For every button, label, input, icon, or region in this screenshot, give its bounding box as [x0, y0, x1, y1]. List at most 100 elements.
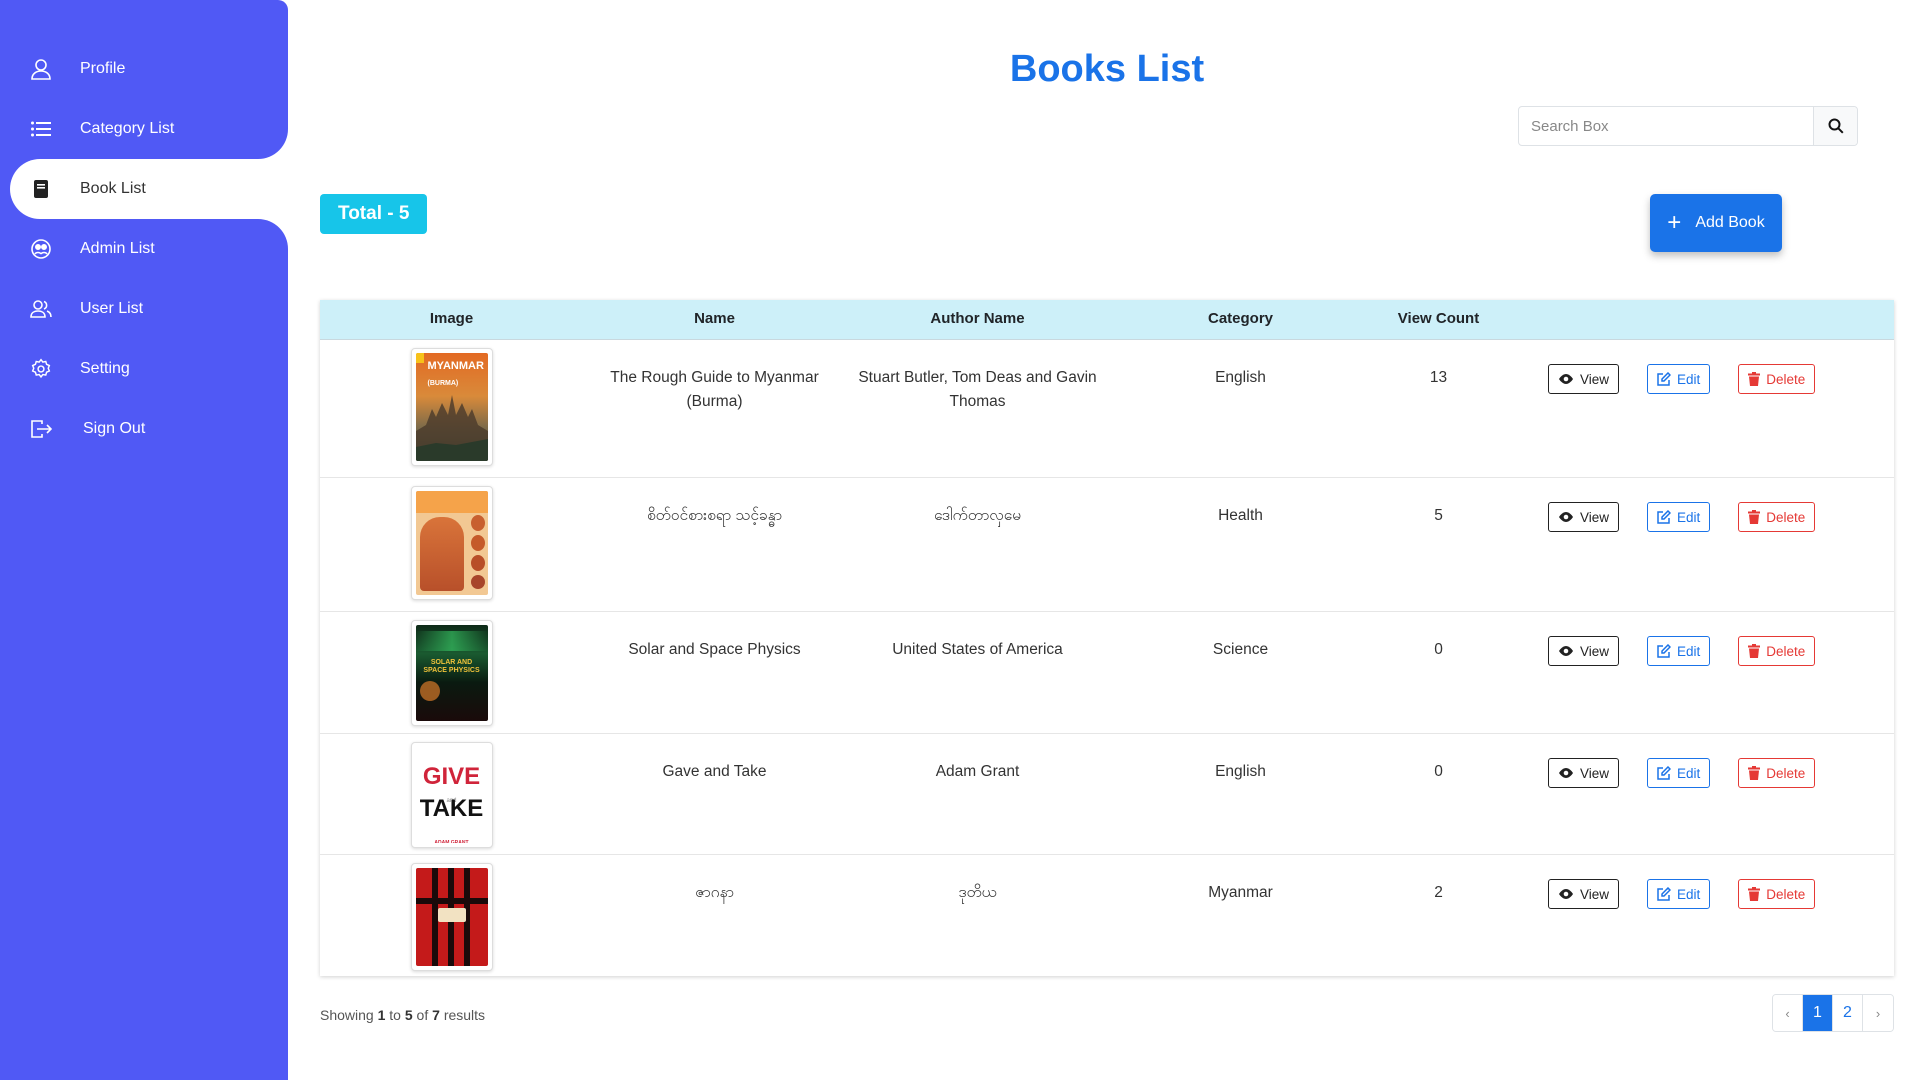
sidebar-nav: Profile Category List Book List Admin Li…: [10, 39, 288, 459]
list-icon: [28, 116, 54, 142]
table-row: SOLAR AND SPACE PHYSICS Solar and Space …: [320, 612, 1894, 734]
column-header-author[interactable]: Author Name: [846, 310, 1109, 327]
delete-button[interactable]: Delete: [1738, 502, 1816, 532]
book-category: Myanmar: [1208, 884, 1273, 901]
book-view-count: 0: [1434, 763, 1443, 780]
eye-icon: [1558, 511, 1574, 523]
pagination-page-1[interactable]: 1: [1803, 995, 1833, 1031]
book-view-count: 13: [1429, 369, 1448, 386]
sidebar-item-label: Category List: [80, 120, 175, 137]
pagination-page-2[interactable]: 2: [1833, 995, 1863, 1031]
delete-button[interactable]: Delete: [1738, 758, 1816, 788]
column-header-view-count[interactable]: View Count: [1372, 310, 1505, 327]
pagination: ‹ 1 2 ›: [1772, 994, 1894, 1032]
book-author: United States of America: [892, 641, 1063, 658]
book-cover[interactable]: MYANMAR (BURMA): [320, 348, 583, 466]
book-author: Adam Grant: [935, 763, 1020, 780]
edit-button[interactable]: Edit: [1647, 879, 1711, 909]
book-cover[interactable]: [320, 486, 583, 600]
view-button[interactable]: View: [1548, 879, 1620, 909]
add-book-label: Add Book: [1695, 214, 1765, 231]
row-actions: View Edit Delete: [1548, 758, 1816, 788]
column-header-category[interactable]: Category: [1109, 310, 1372, 327]
pagination-prev[interactable]: ‹: [1773, 995, 1803, 1031]
table-row: GIVE and TAKE ADAM GRANT Gave and Take A…: [320, 734, 1894, 855]
search-button[interactable]: [1813, 107, 1857, 145]
sidebar-item-label: Admin List: [80, 240, 155, 257]
edit-button[interactable]: Edit: [1647, 758, 1711, 788]
cover-image-give-take: GIVE and TAKE ADAM GRANT: [415, 747, 488, 843]
sidebar-item-user-list[interactable]: User List: [10, 279, 288, 339]
search-input[interactable]: [1519, 107, 1813, 145]
book-category: Health: [1218, 507, 1263, 524]
book-icon: [28, 176, 54, 202]
sidebar-item-label: Book List: [80, 180, 146, 197]
eye-icon: [1558, 373, 1574, 385]
row-actions: View Edit Delete: [1548, 636, 1816, 666]
edit-icon: [1657, 766, 1672, 780]
table-row: MYANMAR (BURMA) The Rough Guide to Myanm…: [320, 340, 1894, 478]
edit-button[interactable]: Edit: [1647, 502, 1711, 532]
view-button[interactable]: View: [1548, 758, 1620, 788]
book-name: Gave and Take: [662, 763, 767, 780]
edit-button[interactable]: Edit: [1647, 364, 1711, 394]
delete-button[interactable]: Delete: [1738, 879, 1816, 909]
sidebar-item-sign-out[interactable]: Sign Out: [10, 399, 288, 459]
book-cover[interactable]: [320, 863, 583, 971]
eye-icon: [1558, 767, 1574, 779]
user-icon: [28, 56, 54, 82]
book-view-count: 0: [1434, 641, 1443, 658]
book-cover[interactable]: SOLAR AND SPACE PHYSICS: [320, 620, 583, 726]
view-button[interactable]: View: [1548, 636, 1620, 666]
trash-icon: [1748, 887, 1761, 901]
search-box: [1518, 106, 1858, 146]
sidebar: Profile Category List Book List Admin Li…: [0, 0, 288, 1080]
books-table: Image Name Author Name Category View Cou…: [320, 300, 1894, 976]
table-row: ဇာဂနာ ဒုတိယ Myanmar 2 View Edit Delete: [320, 855, 1894, 975]
edit-icon: [1657, 887, 1672, 901]
total-badge: Total - 5: [320, 194, 428, 234]
sidebar-item-label: User List: [80, 300, 144, 317]
sidebar-item-book-list[interactable]: Book List: [10, 159, 288, 219]
book-category: Science: [1212, 641, 1269, 658]
column-header-name[interactable]: Name: [583, 310, 846, 327]
trash-icon: [1748, 372, 1761, 386]
book-name: The Rough Guide to Myanmar (Burma): [610, 369, 819, 410]
users-icon: [28, 296, 54, 322]
main-content: Books List Total - 5 + Add Book Image Na…: [320, 0, 1894, 1080]
book-author: ဒေါက်တာလှမေ: [933, 507, 1021, 524]
sidebar-item-profile[interactable]: Profile: [10, 39, 288, 99]
sidebar-item-admin-list[interactable]: Admin List: [10, 219, 288, 279]
sidebar-item-category-list[interactable]: Category List: [10, 99, 288, 159]
edit-icon: [1657, 644, 1672, 658]
row-actions: View Edit Delete: [1548, 364, 1816, 394]
view-button[interactable]: View: [1548, 364, 1620, 394]
cover-image-zarganar: [415, 868, 488, 966]
cover-image-myanmar: MYANMAR (BURMA): [415, 353, 488, 461]
delete-button[interactable]: Delete: [1738, 636, 1816, 666]
view-button[interactable]: View: [1548, 502, 1620, 532]
plus-icon: +: [1667, 209, 1682, 236]
sidebar-item-label: Setting: [80, 360, 130, 377]
table-row: စိတ်ဝင်စားစရာ သင့်ခန္ဓာ ဒေါက်တာလှမေ Heal…: [320, 478, 1894, 612]
search-icon: [1828, 118, 1844, 134]
sidebar-item-setting[interactable]: Setting: [10, 339, 288, 399]
pagination-next[interactable]: ›: [1863, 995, 1893, 1031]
delete-button[interactable]: Delete: [1738, 364, 1816, 394]
row-actions: View Edit Delete: [1548, 502, 1816, 532]
book-author: Stuart Butler, Tom Deas and Gavin Thomas: [858, 369, 1097, 410]
add-book-button[interactable]: + Add Book: [1650, 194, 1782, 252]
book-name: စိတ်ဝင်စားစရာ သင့်ခန္ဓာ: [646, 507, 783, 524]
book-name: ဇာဂနာ: [695, 884, 734, 901]
sign-out-icon: [28, 416, 54, 442]
row-actions: View Edit Delete: [1548, 879, 1816, 909]
edit-icon: [1657, 372, 1672, 386]
edit-button[interactable]: Edit: [1647, 636, 1711, 666]
results-summary: Showing 1 to 5 of 7 results: [320, 1007, 486, 1023]
trash-icon: [1748, 644, 1761, 658]
sidebar-item-label: Sign Out: [83, 420, 146, 437]
book-category: English: [1215, 369, 1266, 386]
book-cover[interactable]: GIVE and TAKE ADAM GRANT: [320, 742, 583, 848]
column-header-image[interactable]: Image: [320, 310, 583, 327]
eye-icon: [1558, 645, 1574, 657]
